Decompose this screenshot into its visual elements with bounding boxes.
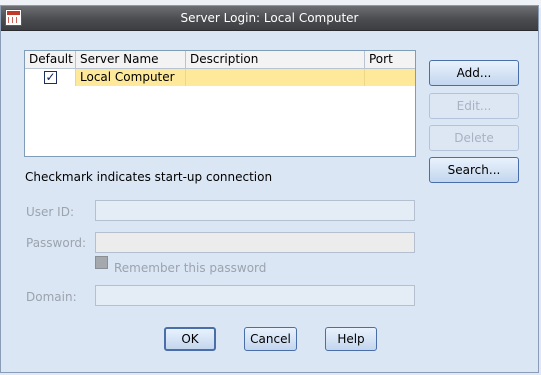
- domain-label: Domain:: [26, 290, 77, 304]
- port-cell: [365, 69, 415, 86]
- delete-button[interactable]: Delete: [429, 125, 519, 151]
- table-row[interactable]: ✓ Local Computer: [25, 69, 415, 86]
- search-button[interactable]: Search...: [429, 157, 519, 183]
- column-header-port[interactable]: Port: [365, 51, 415, 68]
- column-header-description[interactable]: Description: [186, 51, 365, 68]
- domain-field[interactable]: [95, 285, 415, 306]
- password-label: Password:: [26, 236, 87, 250]
- column-header-server-name[interactable]: Server Name: [76, 51, 186, 68]
- server-list-table[interactable]: Default Server Name Description Port ✓ L…: [24, 50, 416, 157]
- password-field[interactable]: [95, 232, 415, 253]
- help-button[interactable]: Help: [325, 327, 377, 351]
- default-cell: ✓: [25, 69, 76, 86]
- default-server-checkbox[interactable]: ✓: [44, 71, 57, 84]
- add-button[interactable]: Add...: [429, 60, 519, 86]
- server-name-cell: Local Computer: [76, 69, 186, 86]
- ok-button[interactable]: OK: [164, 327, 216, 351]
- remember-password-label: Remember this password: [114, 261, 267, 275]
- window-title: Server Login: Local Computer: [180, 11, 359, 25]
- user-id-field[interactable]: [95, 200, 415, 221]
- title-bar[interactable]: Server Login: Local Computer: [1, 6, 538, 31]
- edit-button[interactable]: Edit...: [429, 93, 519, 119]
- column-header-default[interactable]: Default: [25, 51, 76, 68]
- table-header: Default Server Name Description Port: [25, 51, 415, 69]
- remember-password-checkbox[interactable]: [95, 256, 108, 269]
- startup-connection-note: Checkmark indicates start-up connection: [25, 170, 273, 184]
- cancel-button[interactable]: Cancel: [244, 327, 297, 351]
- user-id-label: User ID:: [26, 205, 74, 219]
- description-cell: [186, 69, 365, 86]
